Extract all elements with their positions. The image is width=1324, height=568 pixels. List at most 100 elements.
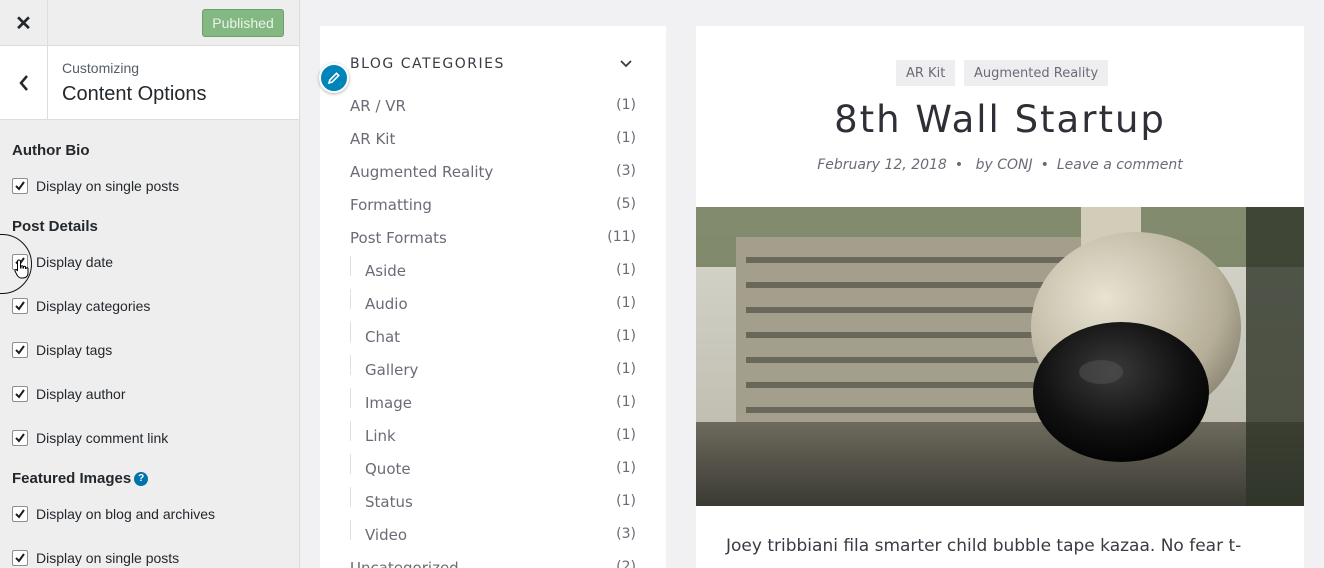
category-count: (1) bbox=[616, 460, 636, 476]
category-item[interactable]: Link (1) bbox=[350, 427, 636, 447]
category-name[interactable]: Status bbox=[365, 493, 413, 511]
option-label: Display on blog and archives bbox=[36, 506, 215, 522]
publish-button[interactable]: Published bbox=[202, 9, 284, 37]
section-title-panel: Customizing Content Options bbox=[0, 46, 299, 120]
category-item[interactable]: AR / VR (1) bbox=[350, 97, 636, 117]
display-categories-option[interactable]: Display categories bbox=[12, 298, 150, 314]
category-name[interactable]: Image bbox=[365, 394, 412, 412]
category-name[interactable]: Video bbox=[365, 526, 407, 544]
category-count: (1) bbox=[616, 262, 636, 278]
customizing-label: Customizing bbox=[62, 60, 140, 76]
option-label: Display categories bbox=[36, 298, 151, 314]
author-bio-single-posts-option[interactable]: Display on single posts bbox=[12, 178, 179, 194]
chevron-left-icon bbox=[18, 75, 28, 91]
pencil-icon bbox=[327, 72, 340, 85]
close-icon: ✕ bbox=[15, 12, 32, 35]
display-tags-option[interactable]: Display tags bbox=[12, 342, 112, 358]
category-count: (1) bbox=[616, 361, 636, 377]
category-item[interactable]: Augmented Reality (3) bbox=[350, 163, 636, 183]
category-count: (3) bbox=[616, 163, 636, 179]
category-count: (3) bbox=[616, 526, 636, 542]
category-count: (5) bbox=[616, 196, 636, 212]
category-item[interactable]: Quote (1) bbox=[350, 460, 636, 480]
category-item[interactable]: Uncategorized (2) bbox=[350, 559, 636, 568]
category-count: (11) bbox=[607, 229, 636, 245]
featured-blog-archives-option[interactable]: Display on blog and archives bbox=[12, 506, 215, 522]
checkbox[interactable] bbox=[12, 550, 28, 566]
checkmark-icon bbox=[15, 509, 25, 519]
post-title[interactable]: 8th Wall Startup bbox=[696, 98, 1304, 141]
edit-shortcut-button[interactable] bbox=[319, 63, 349, 93]
article-card: AR Kit Augmented Reality 8th Wall Startu… bbox=[696, 26, 1304, 568]
category-item[interactable]: Chat (1) bbox=[350, 328, 636, 348]
checkbox[interactable] bbox=[12, 178, 28, 194]
post-author[interactable]: CONJ bbox=[997, 157, 1032, 173]
close-customizer-button[interactable]: ✕ bbox=[0, 0, 48, 46]
category-count: (1) bbox=[616, 493, 636, 509]
back-button[interactable] bbox=[0, 46, 48, 120]
category-count: (1) bbox=[616, 97, 636, 113]
option-label: Display comment link bbox=[36, 430, 169, 446]
checkmark-icon bbox=[15, 433, 25, 443]
featured-images-heading-text: Featured Images bbox=[12, 470, 132, 487]
category-name[interactable]: AR Kit bbox=[350, 130, 395, 148]
category-name[interactable]: Audio bbox=[365, 295, 408, 313]
category-count: (1) bbox=[616, 295, 636, 311]
checkbox[interactable] bbox=[12, 342, 28, 358]
display-comment-link-option[interactable]: Display comment link bbox=[12, 430, 168, 446]
meta-separator: • bbox=[1040, 157, 1049, 173]
category-name[interactable]: Uncategorized bbox=[350, 559, 459, 568]
checkbox[interactable] bbox=[12, 430, 28, 446]
category-item[interactable]: Image (1) bbox=[350, 394, 636, 414]
display-author-option[interactable]: Display author bbox=[12, 386, 126, 402]
category-item[interactable]: Gallery (1) bbox=[350, 361, 636, 381]
category-name[interactable]: Aside bbox=[365, 262, 406, 280]
author-bio-heading: Author Bio bbox=[12, 142, 90, 159]
customizer-header: ✕ Published bbox=[0, 0, 299, 46]
category-item[interactable]: Aside (1) bbox=[350, 262, 636, 282]
category-name[interactable]: Link bbox=[365, 427, 396, 445]
category-name[interactable]: Chat bbox=[365, 328, 400, 346]
category-name[interactable]: Quote bbox=[365, 460, 411, 478]
post-date[interactable]: February 12, 2018 bbox=[817, 157, 947, 173]
featured-single-posts-option[interactable]: Display on single posts bbox=[12, 550, 179, 566]
category-item[interactable]: Status (1) bbox=[350, 493, 636, 513]
post-details-heading: Post Details bbox=[12, 218, 98, 235]
option-label: Display tags bbox=[36, 342, 113, 358]
category-name[interactable]: Gallery bbox=[365, 361, 418, 379]
featured-image bbox=[696, 207, 1304, 506]
category-count: (1) bbox=[616, 427, 636, 443]
checkmark-icon bbox=[15, 553, 25, 563]
category-name[interactable]: Post Formats bbox=[350, 229, 447, 247]
checkmark-icon bbox=[15, 181, 25, 191]
checkbox[interactable] bbox=[12, 506, 28, 522]
section-title: Content Options bbox=[62, 83, 207, 105]
category-count: (1) bbox=[616, 130, 636, 146]
widget-title: BLOG CATEGORIES bbox=[350, 56, 505, 72]
category-item[interactable]: Post Formats (11) bbox=[350, 229, 636, 249]
category-item[interactable]: Video (3) bbox=[350, 526, 636, 546]
checkmark-icon bbox=[15, 389, 25, 399]
customizer-sidebar: ✕ Published Customizing Content Options … bbox=[0, 0, 300, 568]
checkbox[interactable] bbox=[12, 298, 28, 314]
by-label: by bbox=[975, 157, 993, 173]
tag-chip[interactable]: AR Kit bbox=[896, 60, 956, 86]
category-name[interactable]: Augmented Reality bbox=[350, 163, 493, 181]
category-name[interactable]: AR / VR bbox=[350, 97, 406, 115]
blog-categories-widget: BLOG CATEGORIES AR / VR (1) AR Kit (1) Augme… bbox=[320, 26, 666, 568]
category-item[interactable]: Audio (1) bbox=[350, 295, 636, 315]
category-item[interactable]: AR Kit (1) bbox=[350, 130, 636, 150]
security-camera-photo bbox=[696, 207, 1304, 506]
tag-chip[interactable]: Augmented Reality bbox=[964, 60, 1109, 86]
checkmark-icon bbox=[15, 345, 25, 355]
option-label: Display on single posts bbox=[36, 178, 180, 194]
meta-separator: • bbox=[954, 157, 964, 173]
category-item[interactable]: Formatting (5) bbox=[350, 196, 636, 216]
category-name[interactable]: Formatting bbox=[350, 196, 432, 214]
featured-images-heading: Featured Images? bbox=[12, 470, 149, 487]
checkbox[interactable] bbox=[12, 386, 28, 402]
chevron-down-icon[interactable] bbox=[620, 60, 632, 68]
comment-link[interactable]: Leave a comment bbox=[1057, 157, 1183, 173]
category-count: (1) bbox=[616, 394, 636, 410]
help-icon[interactable]: ? bbox=[134, 471, 149, 486]
